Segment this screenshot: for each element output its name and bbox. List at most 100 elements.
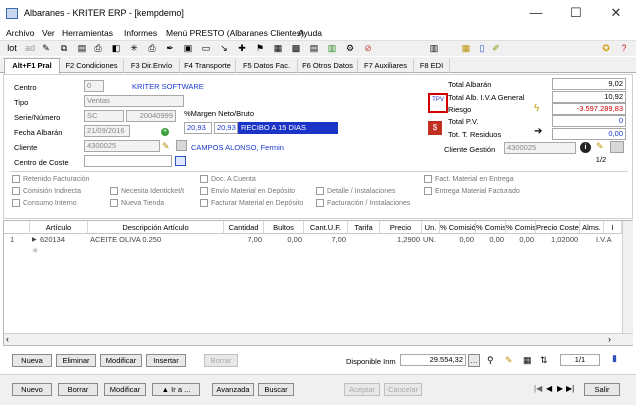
print-icon[interactable]: ⎙ xyxy=(92,43,104,54)
info-icon[interactable]: i xyxy=(580,142,591,153)
printer-icon[interactable]: ⎙ xyxy=(146,43,158,54)
grid-header-alms[interactable]: Alms. xyxy=(580,221,604,234)
grid-header-bultos[interactable]: Bultos xyxy=(264,221,304,234)
modificar-linea-button[interactable]: Modificar xyxy=(100,354,142,367)
serie-field[interactable]: SC xyxy=(84,110,124,122)
image-icon[interactable]: ▣ xyxy=(182,43,194,54)
last-record-icon[interactable]: ▶| xyxy=(566,384,574,393)
binoculars-icon[interactable]: ⚲ xyxy=(487,355,494,366)
cell-un[interactable]: UN. xyxy=(423,235,440,245)
pen-icon[interactable]: ✒ xyxy=(164,43,176,54)
nuevo-button[interactable]: Nuevo xyxy=(12,383,52,396)
pencil-icon-3[interactable]: ✎ xyxy=(505,355,513,366)
tag-icon[interactable]: ⊘ xyxy=(362,43,374,54)
grid-header-comision2[interactable]: % Comis. xyxy=(476,221,506,234)
cell-bultos[interactable]: 0,00 xyxy=(264,235,302,245)
check-envio-deposito[interactable]: Envío Material en Depósito xyxy=(200,187,295,198)
margen-neto-field[interactable]: 20,93 xyxy=(184,122,212,134)
horizontal-scrollbar[interactable]: ‹ › xyxy=(4,333,633,345)
maximize-button[interactable]: ☐ xyxy=(556,3,596,23)
cash-icon[interactable]: ▦ xyxy=(460,43,472,54)
centro-code-field[interactable]: 0 xyxy=(84,80,104,92)
tab-transporte[interactable]: F4 Transporte xyxy=(180,59,236,73)
centro-coste-field[interactable] xyxy=(84,155,172,167)
money-icon[interactable]: $ xyxy=(428,121,442,135)
menu-herramientas[interactable]: Herramientas xyxy=(62,28,113,38)
scroll-right-icon[interactable]: › xyxy=(608,334,611,344)
bottle-icon[interactable]: ▯ xyxy=(476,43,488,54)
tab-otros-datos[interactable]: F6 Otros Datos xyxy=(298,59,358,73)
barcode-icon[interactable]: ▥ xyxy=(428,43,440,54)
cell-comision3[interactable]: 0,00 xyxy=(506,235,534,245)
menu-ayuda[interactable]: Ayuda xyxy=(298,28,322,38)
numero-field[interactable]: 20040999 xyxy=(126,110,176,122)
check-comision-indirecta[interactable]: Comisión Indirecta xyxy=(12,187,81,198)
first-record-icon[interactable]: |◀ xyxy=(534,384,542,393)
cell-articulo[interactable]: 620134 xyxy=(40,235,88,245)
grid-header-un[interactable]: Un. xyxy=(422,221,440,234)
grid-header-comision3[interactable]: % Comis. xyxy=(506,221,536,234)
borrar-linea-button[interactable]: Borrar xyxy=(204,354,238,367)
grid-header-iva[interactable]: I xyxy=(604,221,622,234)
bulb-icon[interactable]: ✪ xyxy=(600,43,612,54)
cell-alms[interactable]: 0 xyxy=(574,235,580,245)
eliminar-linea-button[interactable]: Eliminar xyxy=(56,354,96,367)
grid-header-cantidad[interactable]: Cantidad xyxy=(224,221,264,234)
insertar-linea-button[interactable]: Insertar xyxy=(146,354,186,367)
next-record-icon[interactable]: ▶ xyxy=(557,384,563,393)
avanzada-button[interactable]: Avanzada xyxy=(212,383,254,396)
menu-presto[interactable]: Menú PRESTO (Albaranes Clientes) xyxy=(166,28,304,38)
gear-icon[interactable]: ⚙ xyxy=(344,43,356,54)
gestion-lookup-button[interactable] xyxy=(610,141,624,153)
cell-precio[interactable]: 1,2900 xyxy=(380,235,420,245)
borrar-button[interactable]: Borrar xyxy=(58,383,98,396)
menu-ver[interactable]: Ver xyxy=(42,28,55,38)
check-retenido[interactable]: Retenido Facturación xyxy=(12,175,90,186)
vertical-scrollbar[interactable] xyxy=(622,221,633,333)
menu-archivo[interactable]: Archivo xyxy=(6,28,34,38)
chart-icon[interactable]: ▮ xyxy=(612,353,617,364)
edit-icon[interactable]: ✎ xyxy=(40,43,52,54)
cliente-lookup-button[interactable] xyxy=(176,140,187,151)
cliente-code-field[interactable]: 4300025 xyxy=(84,140,160,152)
close-button[interactable]: ✕ xyxy=(596,3,636,23)
clip-icon[interactable]: ✐ xyxy=(490,43,502,54)
grid-header-precio[interactable]: Precio xyxy=(380,221,422,234)
check-facturar-deposito[interactable]: Facturar Material en Depósito xyxy=(200,199,303,210)
modificar-button[interactable]: Modificar xyxy=(104,383,146,396)
sheet-icon[interactable]: ▥ xyxy=(326,43,338,54)
calculator-icon[interactable]: ▦ xyxy=(523,355,532,366)
calc-icon[interactable]: ▩ xyxy=(290,43,302,54)
cell-comision1[interactable]: 0,00 xyxy=(440,235,474,245)
margen-bruto-field[interactable]: 20,93 xyxy=(214,122,238,134)
prev-record-icon[interactable]: ◀ xyxy=(546,384,552,393)
pencil-icon-2[interactable]: ✎ xyxy=(596,141,604,152)
check-doc-cuenta[interactable]: Doc. A Cuenta xyxy=(200,175,256,186)
aceptar-button[interactable]: Aceptar xyxy=(344,383,380,396)
grid-header-tarifa[interactable]: Tarifa xyxy=(348,221,380,234)
sort-icon[interactable]: ⇅ xyxy=(540,355,548,366)
ir-a-button[interactable]: ▲ Ir a ... xyxy=(152,383,200,396)
arrow-icon[interactable]: ↘ xyxy=(218,43,230,54)
scroll-left-icon[interactable]: ‹ xyxy=(6,334,9,344)
check-entrega-facturado[interactable]: Entrega Material Facturado xyxy=(424,187,520,198)
table-icon[interactable]: ▤ xyxy=(308,43,320,54)
pin-icon[interactable]: ✚ xyxy=(236,43,248,54)
grid-header-articulo[interactable]: Artículo xyxy=(30,221,88,234)
check-detalle-instalaciones[interactable]: Detalle / Instalaciones xyxy=(316,187,395,198)
tab-condiciones[interactable]: F2 Condiciones xyxy=(60,59,124,73)
grid-header-cantuf[interactable]: Cant.U.F. xyxy=(304,221,348,234)
grid-header-descripcion[interactable]: Descripción Artículo xyxy=(88,221,224,234)
forma-pago-field[interactable]: RECIBO A 15 DIAS xyxy=(238,122,338,134)
cliente-gestion-field[interactable]: 4300025 xyxy=(504,142,576,154)
folder-icon[interactable]: ◧ xyxy=(110,43,122,54)
salir-button[interactable]: Salir xyxy=(584,383,620,396)
grid-header-precio-coste[interactable]: Precio Coste xyxy=(536,221,580,234)
help-icon[interactable]: ? xyxy=(618,43,630,54)
tab-principal[interactable]: Alt+F1 Pral xyxy=(4,58,60,74)
tab-dir-envio[interactable]: F3 Dir.Envío xyxy=(124,59,180,73)
pencil-icon[interactable]: ✎ xyxy=(162,141,170,152)
rect-icon[interactable]: ▭ xyxy=(200,43,212,54)
check-consumo-interno[interactable]: Consumo Interno xyxy=(12,199,77,210)
cell-precio-coste[interactable]: 1,0200 xyxy=(536,235,574,245)
